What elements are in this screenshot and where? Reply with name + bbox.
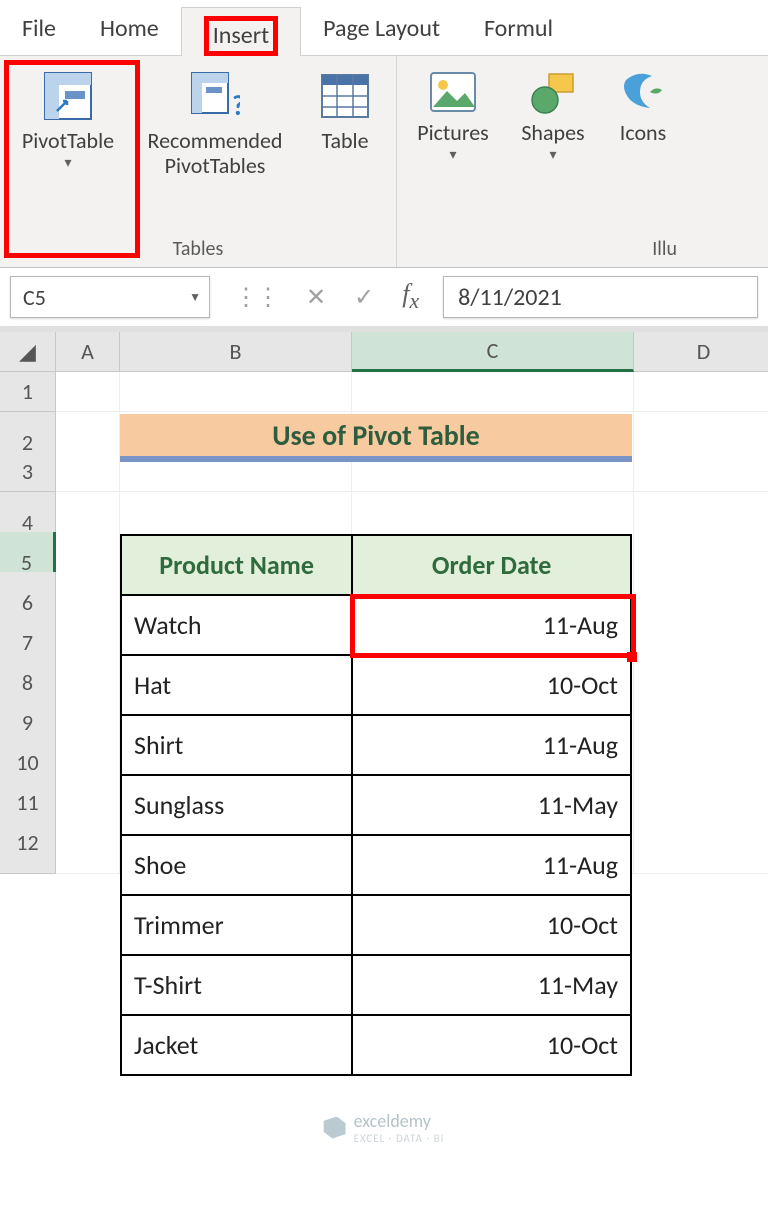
shapes-label: Shapes	[521, 120, 584, 145]
cell-date: 11-Aug	[352, 835, 631, 895]
icons-button[interactable]: Icons	[603, 62, 683, 235]
chevron-down-icon: ▾	[449, 147, 456, 163]
pivot-table-label: PivotTable	[22, 128, 114, 153]
drag-handle-icon[interactable]: ⋮⋮	[234, 283, 278, 312]
data-table: Product Name Order Date Watch11-Aug Hat1…	[120, 534, 632, 1076]
cell-date: 10-Oct	[352, 895, 631, 955]
header-date: Order Date	[352, 535, 631, 595]
pictures-icon	[429, 68, 477, 116]
ribbon-tabs: File Home Insert Page Layout Formul	[0, 0, 768, 56]
chevron-down-icon: ▾	[64, 155, 71, 171]
row-header[interactable]: 3	[0, 452, 56, 492]
title-banner: Use of Pivot Table	[120, 414, 632, 472]
table-row[interactable]: Jacket10-Oct	[121, 1015, 631, 1075]
chevron-down-icon: ▾	[549, 147, 556, 163]
header-product: Product Name	[121, 535, 352, 595]
svg-text:?: ?	[232, 88, 240, 121]
formula-value: 8/11/2021	[458, 283, 562, 312]
cell-date: 11-May	[352, 775, 631, 835]
icons-label: Icons	[620, 120, 666, 145]
fx-icon[interactable]: fx	[402, 279, 419, 314]
ribbon-group-tables: PivotTable ▾ ? Recommended PivotTables	[0, 56, 397, 267]
cell-product: Jacket	[121, 1015, 352, 1075]
watermark-brand: exceldemy	[354, 1110, 431, 1132]
cell-date: 11-Aug	[352, 595, 631, 655]
recommended-pivot-icon: ?	[187, 68, 243, 124]
tab-formulas[interactable]: Formul	[462, 6, 575, 53]
pivot-table-button[interactable]: PivotTable ▾	[6, 62, 130, 235]
icons-icon	[619, 68, 667, 116]
group-illustrations-label: Illu	[652, 235, 683, 265]
table-button[interactable]: Table	[300, 62, 390, 235]
pictures-button[interactable]: Pictures ▾	[403, 62, 503, 235]
table-row[interactable]: Sunglass11-May	[121, 775, 631, 835]
table-row[interactable]: T-Shirt11-May	[121, 955, 631, 1015]
enter-icon[interactable]: ✓	[354, 283, 374, 312]
cell-product: Hat	[121, 655, 352, 715]
recommended-pivot-label: Recommended PivotTables	[148, 128, 283, 179]
col-header-b[interactable]: B	[120, 332, 352, 372]
row-header[interactable]: 12	[0, 812, 56, 874]
formula-bar-controls: ⋮⋮ ✕ ✓ fx	[210, 279, 443, 314]
worksheet: ◢ A B C D 1 2 3 4 5 6 7 8 9 10 11 12 Use…	[0, 332, 768, 1157]
table-row[interactable]: Hat10-Oct	[121, 655, 631, 715]
tab-insert-label: Insert	[204, 16, 278, 56]
table-row[interactable]: Shoe11-Aug	[121, 835, 631, 895]
shapes-button[interactable]: Shapes ▾	[503, 62, 603, 235]
cell-date: 11-Aug	[352, 715, 631, 775]
table-row[interactable]: Trimmer10-Oct	[121, 895, 631, 955]
cell-date: 11-May	[352, 955, 631, 1015]
cell-product: Sunglass	[121, 775, 352, 835]
table-row[interactable]: Shirt11-Aug	[121, 715, 631, 775]
cell-product: T-Shirt	[121, 955, 352, 1015]
fill-handle[interactable]	[627, 652, 637, 662]
cell-date: 10-Oct	[352, 655, 631, 715]
name-box-value: C5	[23, 284, 46, 311]
cancel-icon[interactable]: ✕	[306, 283, 326, 312]
col-header-c[interactable]: C	[352, 332, 634, 372]
title-text: Use of Pivot Table	[120, 414, 632, 462]
table-header-row: Product Name Order Date	[121, 535, 631, 595]
select-all-corner[interactable]: ◢	[0, 332, 56, 372]
table-icon	[317, 68, 373, 124]
row-header[interactable]: 1	[0, 372, 56, 412]
shapes-icon	[529, 68, 577, 116]
chevron-down-icon: ▼	[189, 290, 201, 305]
cell-product: Trimmer	[121, 895, 352, 955]
table-row[interactable]: Watch11-Aug	[121, 595, 631, 655]
pictures-label: Pictures	[417, 120, 489, 145]
ribbon-body: PivotTable ▾ ? Recommended PivotTables	[0, 56, 768, 268]
group-tables-label: Tables	[173, 235, 224, 265]
tab-file[interactable]: File	[0, 6, 78, 53]
recommended-pivot-button[interactable]: ? Recommended PivotTables	[130, 62, 300, 235]
watermark: exceldemy EXCEL · DATA · BI	[324, 1110, 445, 1145]
cell-date: 10-Oct	[352, 1015, 631, 1075]
tab-page-layout[interactable]: Page Layout	[301, 6, 462, 53]
cell-product: Shirt	[121, 715, 352, 775]
pivot-table-icon	[40, 68, 96, 124]
table-label: Table	[321, 128, 368, 153]
name-box[interactable]: C5 ▼	[10, 276, 210, 318]
formula-input[interactable]: 8/11/2021	[443, 276, 758, 318]
col-header-d[interactable]: D	[634, 332, 768, 372]
tab-home[interactable]: Home	[78, 6, 181, 53]
ribbon-group-illustrations: Pictures ▾ Shapes ▾	[397, 56, 689, 267]
watermark-logo-icon	[324, 1117, 346, 1139]
formula-bar-row: C5 ▼ ⋮⋮ ✕ ✓ fx 8/11/2021	[0, 268, 768, 332]
col-header-a[interactable]: A	[56, 332, 120, 372]
watermark-tag: EXCEL · DATA · BI	[354, 1132, 445, 1145]
cell-product: Watch	[121, 595, 352, 655]
cell-product: Shoe	[121, 835, 352, 895]
